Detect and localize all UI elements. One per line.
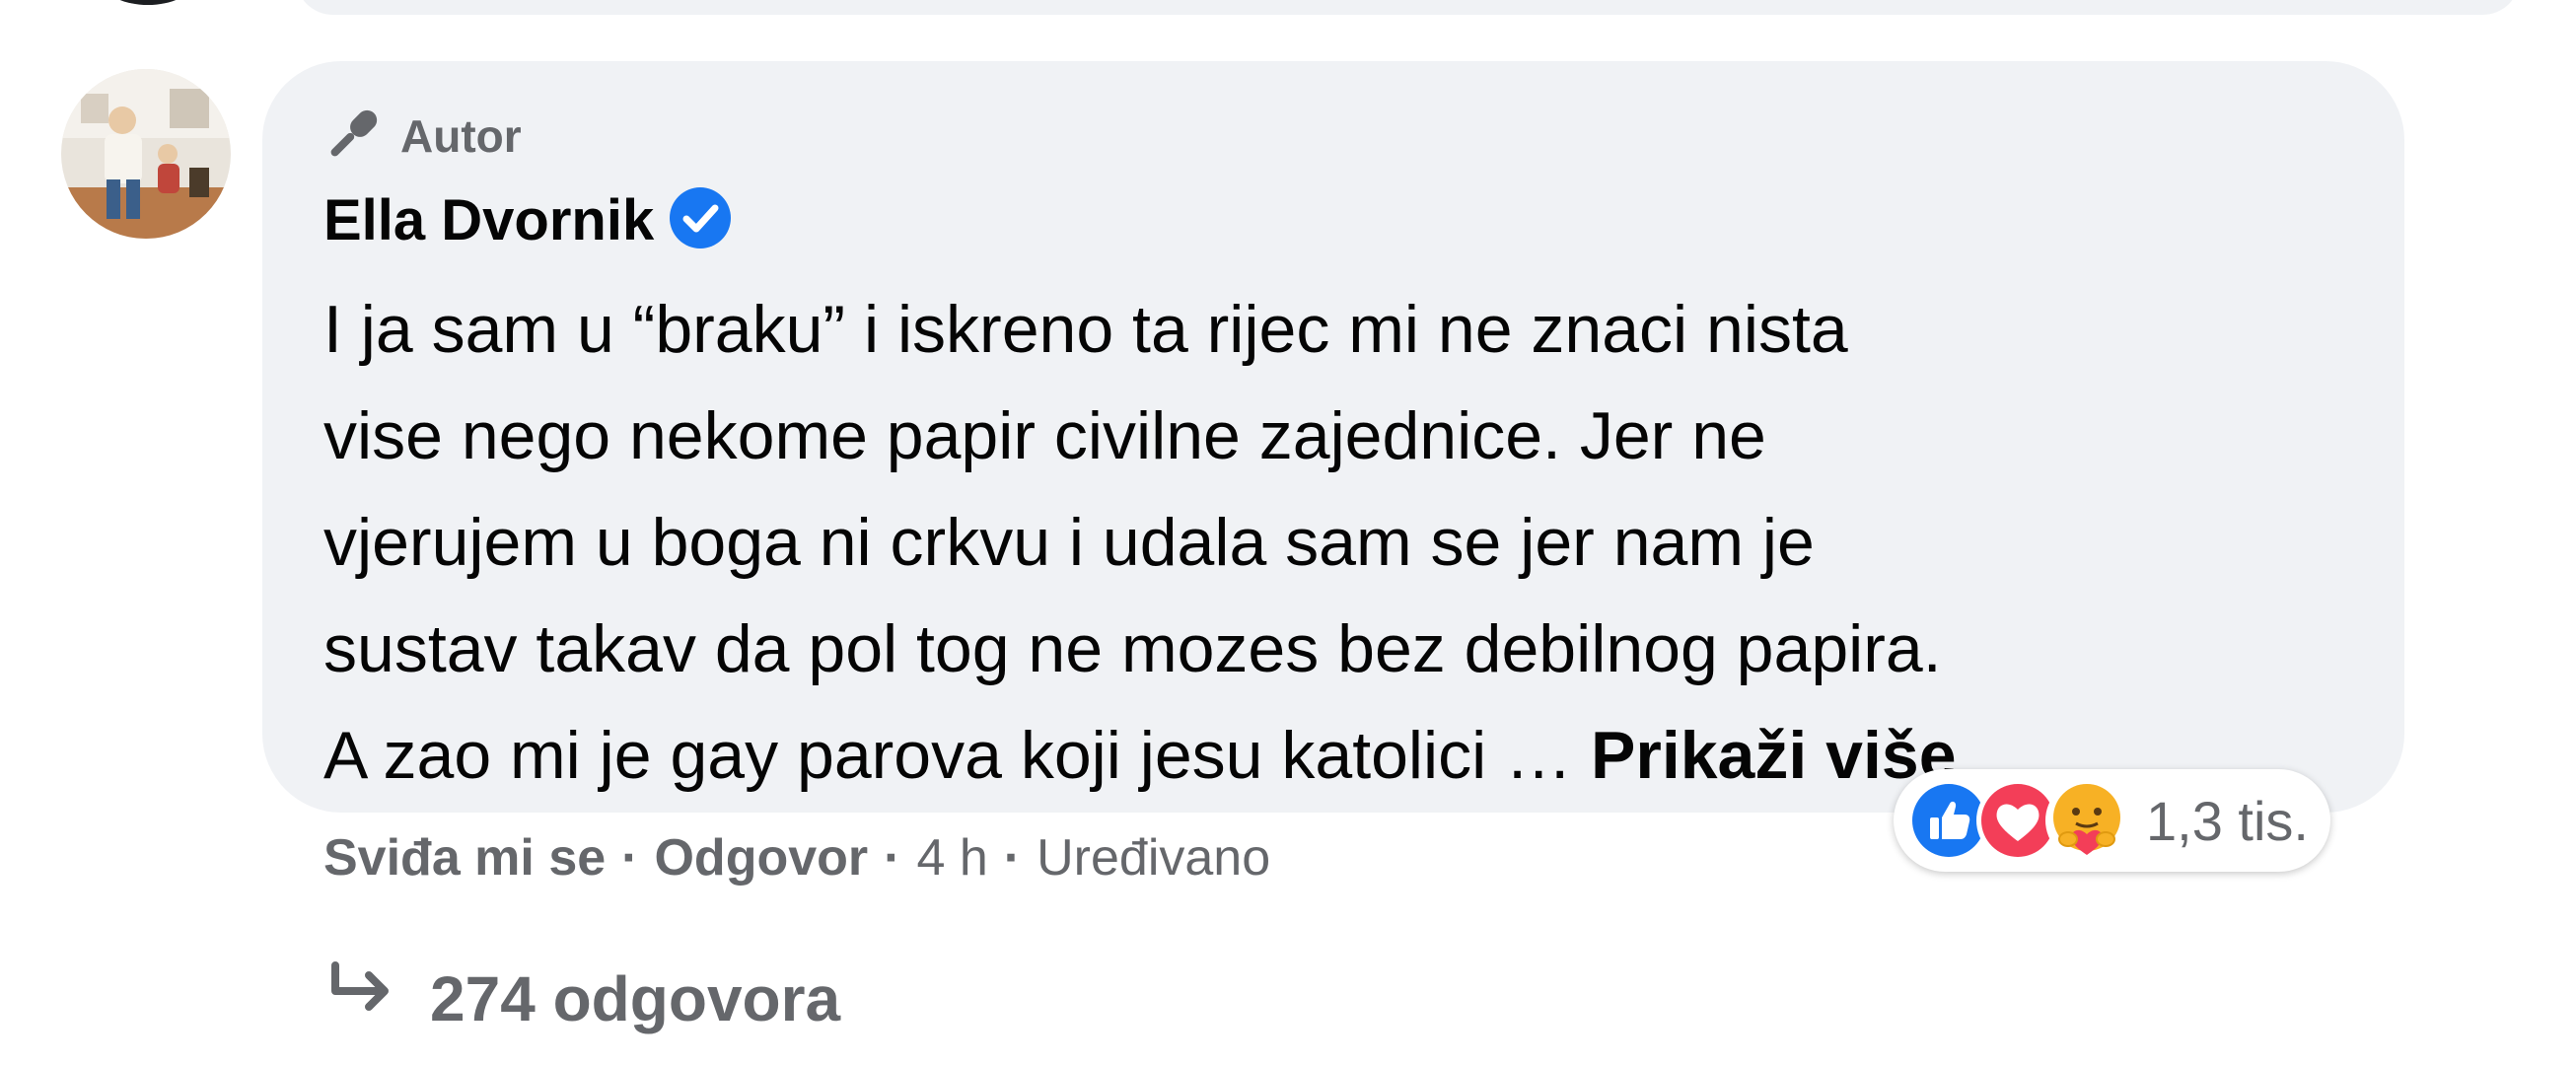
separator: · [621,829,639,887]
previous-comment-avatar[interactable] [104,0,192,5]
replies-count-label[interactable]: 274 odgovora [430,962,840,1035]
reaction-icons [1907,779,2128,862]
comment-line: vjerujem u boga ni crkvu i udala sam se … [323,505,1815,580]
edited-label[interactable]: Uređivano [1037,828,1270,888]
author-name[interactable]: Ella Dvornik [323,187,654,253]
comment-thread: Autor Ella Dvornik I ja sam u “braku” i … [0,0,2576,1065]
separator: · [1003,829,1022,887]
comment-line: A zao mi je gay parova koji jesu katolic… [323,718,1592,793]
avatar-photo [61,69,231,239]
microphone-icon [322,103,385,171]
like-button[interactable]: Sviđa mi se [323,828,606,888]
comment-line: I ja sam u “braku” i iskreno ta rijec mi… [323,292,1848,367]
view-replies-link[interactable]: 274 odgovora [327,961,840,1035]
previous-comment-bubble [296,0,2520,15]
author-badge: Autor [322,97,522,176]
author-name-row: Ella Dvornik [323,185,733,255]
reaction-count: 1,3 tis. [2146,789,2309,852]
separator: · [884,829,901,887]
verified-icon [668,185,733,255]
comment-actions: Sviđa mi se · Odgovor · 4 h · Uređivano [323,828,1270,888]
see-more-link[interactable]: Prikaži više [1591,718,1956,793]
care-icon [2045,779,2128,862]
reply-button[interactable]: Odgovor [654,828,868,888]
comment-line: sustav takav da pol tog ne mozes bez deb… [323,611,1942,686]
avatar[interactable] [61,69,231,239]
author-badge-label: Autor [400,110,522,162]
reactions-summary[interactable]: 1,3 tis. [1894,769,2330,872]
reply-arrow-icon [327,961,396,1035]
comment-line: vise nego nekome papir civilne zajednice… [323,398,1766,473]
timestamp[interactable]: 4 h [916,828,987,888]
comment-body: I ja sam u “braku” i iskreno ta rijec mi… [323,276,2375,809]
